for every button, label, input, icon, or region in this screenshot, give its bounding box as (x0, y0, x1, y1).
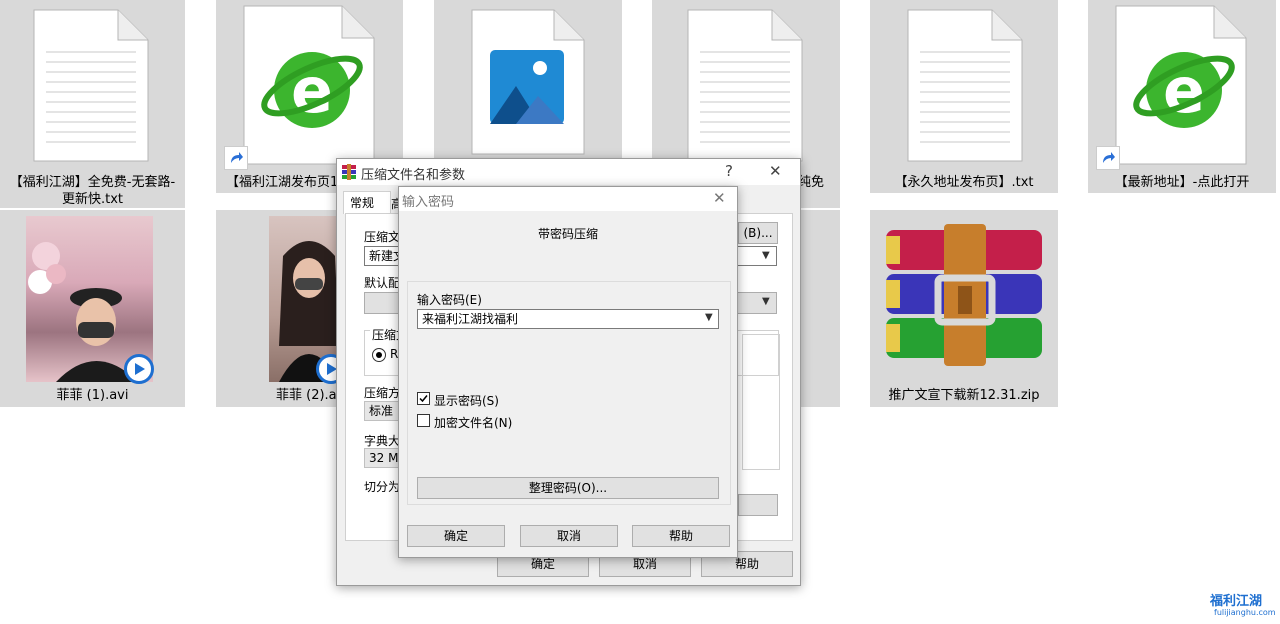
tab-general[interactable]: 常规 (343, 191, 391, 214)
file-label: 推广文宣下载新12.31.zip (888, 388, 1040, 403)
file-label: 纯免 (798, 175, 825, 190)
ok-button[interactable]: 确定 (407, 525, 505, 547)
file-label: 【永久地址发布页】.txt (894, 175, 1034, 190)
file-tile-1[interactable]: 【福利江湖】全免费-无套路-更新快.txt (0, 0, 185, 208)
close-icon[interactable]: ✕ (769, 162, 782, 180)
file-label: 【最新地址】-点此打开 (1114, 175, 1250, 190)
watermark-logo: 福利江湖 fulijianghu.com (1206, 588, 1278, 622)
file-label: 【福利江湖】全免费-无套路-更新快.txt (9, 175, 176, 207)
watermark-url: fulijianghu.com (1214, 608, 1276, 617)
password-dialog: 输入密码 ✕ 带密码压缩 输入密码(E) 来福利江湖找福利 ▼ 显示密码(S) … (398, 186, 738, 558)
close-icon[interactable]: ✕ (713, 189, 726, 207)
file-tile-7[interactable]: 菲菲 (1).avi (0, 210, 185, 407)
password-input[interactable]: 来福利江湖找福利 (417, 309, 719, 329)
text-file-icon (907, 9, 1023, 162)
image-file-icon (471, 9, 585, 155)
method-label: 压缩方 (364, 386, 401, 400)
encrypt-filenames-label: 加密文件名(N) (434, 416, 513, 430)
title-bar[interactable]: 输入密码 ✕ (399, 187, 737, 211)
dialog-title: 输入密码 (402, 195, 455, 210)
archive-name-label: 压缩文 (364, 230, 401, 244)
set-password-button[interactable] (738, 494, 778, 516)
rar-radio[interactable] (372, 348, 386, 362)
text-file-icon (687, 9, 803, 162)
watermark-name: 福利江湖 (1210, 594, 1263, 609)
password-label: 输入密码(E) (417, 293, 482, 307)
browser-shortcut-icon: e (243, 5, 375, 165)
file-tile-5[interactable]: 【永久地址发布页】.txt (870, 0, 1058, 193)
winrar-archive-icon (886, 224, 1042, 366)
text-file-icon (33, 9, 149, 162)
chevron-down-icon[interactable]: ▼ (705, 312, 713, 323)
organize-passwords-button[interactable]: 整理密码(O)... (417, 477, 719, 499)
chevron-down-icon[interactable]: ▼ (762, 296, 770, 307)
shortcut-arrow-icon (1096, 146, 1120, 170)
title-bar[interactable]: 压缩文件名和参数 ? ✕ (337, 159, 800, 185)
file-tile-10[interactable]: 推广文宣下载新12.31.zip (870, 210, 1058, 407)
cancel-button[interactable]: 取消 (520, 525, 618, 547)
browser-shortcut-icon: e (1115, 5, 1247, 165)
dialog-heading: 带密码压缩 (537, 227, 598, 241)
shortcut-arrow-icon (224, 146, 248, 170)
options-group (742, 334, 780, 470)
show-password-label: 显示密码(S) (434, 394, 499, 408)
file-tile-3[interactable] (434, 0, 622, 158)
winrar-app-icon (342, 164, 356, 180)
chevron-down-icon[interactable]: ▼ (762, 250, 770, 261)
play-icon (124, 354, 154, 384)
show-password-checkbox[interactable] (417, 392, 430, 405)
file-tile-6[interactable]: e 【最新地址】-点此打开 (1088, 0, 1276, 193)
help-icon[interactable]: ? (725, 162, 733, 180)
encrypt-filenames-checkbox[interactable] (417, 414, 430, 427)
dialog-title: 压缩文件名和参数 (361, 168, 466, 183)
file-label: 菲菲 (1).avi (56, 388, 129, 403)
browse-button[interactable]: (B)... (738, 222, 778, 244)
help-button[interactable]: 帮助 (632, 525, 730, 547)
